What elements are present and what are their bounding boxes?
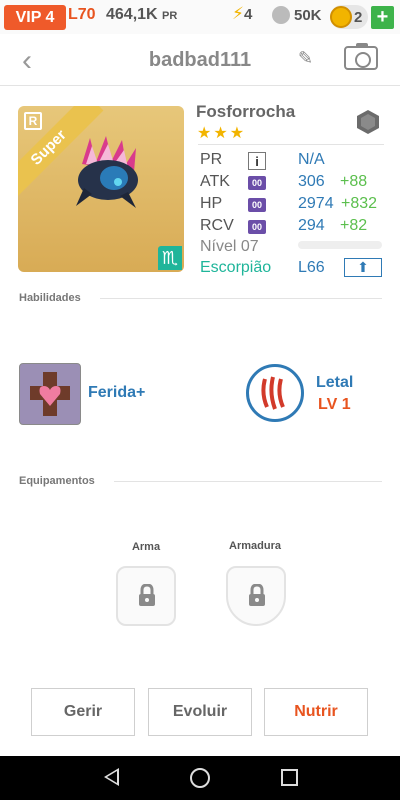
coin-counter[interactable]: 2 <box>330 5 368 29</box>
pencil-icon[interactable]: ✎ <box>298 48 313 69</box>
stat-value-hp: 2974 <box>298 195 334 212</box>
armor-slot-label: Armadura <box>229 540 281 552</box>
stat-tag-atk: 00 <box>248 176 266 190</box>
manage-button[interactable]: Gerir <box>31 688 135 736</box>
coin-icon <box>330 6 352 28</box>
divider <box>198 144 384 145</box>
vip-badge[interactable]: VIP 4 <box>4 5 66 30</box>
arrow-up-icon: ⬆ <box>357 259 369 275</box>
skill-name: Ferida+ <box>88 384 146 401</box>
stat-value-pr: N/A <box>298 151 325 168</box>
camera-icon[interactable] <box>344 43 378 70</box>
skill-name: Letal <box>316 374 354 391</box>
monster-name: Fosforrocha <box>196 102 296 121</box>
stat-bonus-atk: +88 <box>340 173 368 190</box>
power-rating: 464,1K PR <box>106 6 177 24</box>
level-progress-bar <box>298 241 382 249</box>
stat-tag-rcv: 00 <box>248 220 266 234</box>
weapon-slot-label: Arma <box>131 541 161 553</box>
lock-icon <box>139 584 155 606</box>
equipment-section-title: Equipamentos <box>19 475 95 487</box>
stat-bonus-hp: +832 <box>341 195 378 212</box>
stat-label-rcv: RCV <box>200 217 234 234</box>
monster-image <box>76 136 138 208</box>
info-button[interactable]: i <box>248 152 266 170</box>
rarity-badge: R <box>24 112 42 130</box>
skill-letal-button[interactable] <box>246 364 304 422</box>
add-currency-button[interactable]: + <box>371 6 394 29</box>
power-unit: PR <box>162 10 178 22</box>
divider <box>114 481 382 482</box>
star-rating: ★★★ <box>197 125 247 142</box>
weapon-slot[interactable] <box>116 566 176 626</box>
lightning-icon: ⚡ <box>232 4 244 23</box>
stat-tag-hp: 00 <box>248 198 266 212</box>
cross-heart-icon <box>30 372 70 416</box>
system-nav-bar <box>0 756 400 800</box>
stat-value-rcv: 294 <box>298 217 325 234</box>
stat-bonus-rcv: +82 <box>340 217 368 234</box>
paw-icon <box>272 6 290 24</box>
nav-back-icon[interactable] <box>104 768 119 786</box>
nav-home-icon[interactable] <box>190 768 210 788</box>
energy-counter[interactable]: ⚡4 <box>232 4 252 24</box>
required-level: L66 <box>298 259 325 276</box>
power-value: 464,1K <box>106 6 158 23</box>
skill-level: LV 1 <box>318 396 351 413</box>
paw-counter[interactable]: 50K <box>272 6 322 24</box>
nav-recent-icon[interactable] <box>281 769 298 786</box>
page-title: badbad111 <box>148 49 252 71</box>
coin-value: 2 <box>354 8 363 26</box>
stat-label-hp: HP <box>200 195 223 212</box>
upgrade-button[interactable]: ⬆ <box>344 258 382 277</box>
monster-portrait[interactable]: R Super ♏ <box>18 106 184 272</box>
claw-icon <box>261 376 285 410</box>
rock-element-icon <box>357 110 379 134</box>
stat-label-pr: PR <box>200 151 223 168</box>
page-header: ‹ badbad111 ✎ <box>0 34 400 86</box>
level-text: Nível 07 <box>200 238 259 255</box>
stat-value-atk: 306 <box>298 173 325 190</box>
divider <box>100 298 382 299</box>
lock-icon <box>249 584 265 606</box>
status-bar: VIP 4 L70 464,1K PR ⚡4 50K 2 + <box>0 0 400 34</box>
zodiac-name: Escorpião <box>200 259 272 276</box>
skills-section-title: Habilidades <box>19 292 81 304</box>
evolve-button[interactable]: Evoluir <box>148 688 252 736</box>
player-level: L70 <box>68 6 96 23</box>
energy-value: 4 <box>243 6 253 23</box>
skill-ferida-button[interactable] <box>19 363 81 425</box>
feed-button[interactable]: Nutrir <box>264 688 368 736</box>
stat-label-atk: ATK <box>200 173 230 190</box>
paw-value: 50K <box>294 6 322 24</box>
zodiac-sign-badge: ♏ <box>158 246 182 270</box>
armor-slot[interactable] <box>226 566 286 626</box>
